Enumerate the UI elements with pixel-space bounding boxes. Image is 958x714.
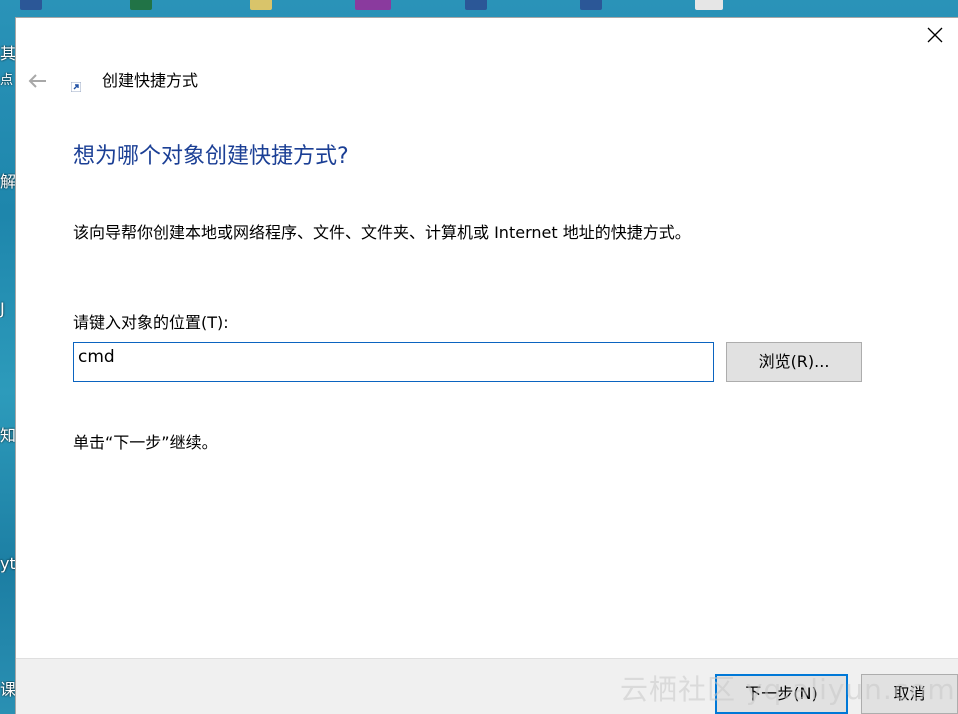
shortcut-icon <box>71 82 81 92</box>
desktop-icon-word[interactable] <box>465 0 487 10</box>
back-arrow-icon <box>28 74 46 88</box>
page-heading: 想为哪个对象创建快捷方式? <box>73 144 349 169</box>
wizard-description: 该向导帮你创建本地或网络程序、文件、文件夹、计算机或 Internet 地址的快… <box>73 223 691 242</box>
desktop-icon-excel[interactable] <box>130 0 152 10</box>
desktop-icon-label: 解 <box>0 173 16 191</box>
desktop-icon-label: 知 <box>0 427 16 445</box>
desktop-icon-label: 点 <box>0 73 14 88</box>
desktop-icon-document[interactable] <box>695 0 723 10</box>
wizard-title: 创建快捷方式 <box>102 71 199 90</box>
desktop-icon-word[interactable] <box>20 0 42 10</box>
dialog-footer: 下一步(N) 取消 <box>16 658 958 714</box>
create-shortcut-dialog: 创建快捷方式 想为哪个对象创建快捷方式? 该向导帮你创建本地或网络程序、文件、文… <box>15 17 958 714</box>
back-button[interactable] <box>24 69 50 93</box>
desktop-icon-label: 其 <box>0 45 16 63</box>
next-button[interactable]: 下一步(N) <box>715 674 848 714</box>
desktop-icon-archive[interactable] <box>355 0 391 10</box>
close-button[interactable] <box>912 18 958 52</box>
continue-instruction: 单击“下一步”继续。 <box>73 433 218 452</box>
desktop-icon-label: yt <box>0 555 16 573</box>
location-label: 请键入对象的位置(T): <box>73 313 229 332</box>
close-icon <box>927 27 943 43</box>
desktop-icon-file[interactable] <box>250 0 272 10</box>
desktop-icon-word[interactable] <box>580 0 602 10</box>
browse-button[interactable]: 浏览(R)... <box>726 342 862 382</box>
cancel-button[interactable]: 取消 <box>861 674 958 714</box>
desktop-icon-label: J <box>0 300 5 318</box>
location-input[interactable] <box>73 342 714 382</box>
desktop-icon-label: 课 <box>0 681 16 699</box>
